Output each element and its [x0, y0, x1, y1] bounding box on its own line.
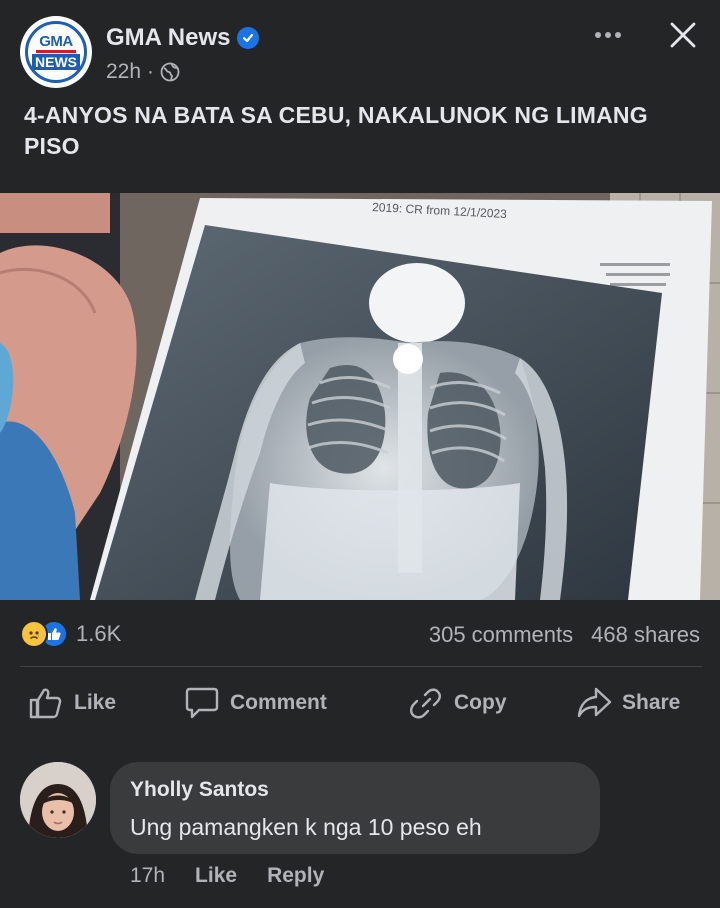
- page-name-row[interactable]: GMA News: [106, 24, 260, 52]
- copy-button[interactable]: Copy: [408, 680, 507, 726]
- xray-photo-illustration: 2019: CR from 12/1/2023: [0, 193, 720, 600]
- post-text: 4-ANYOS NA BATA SA CEBU, NAKALUNOK NG LI…: [24, 102, 648, 159]
- like-button[interactable]: Like: [28, 680, 116, 726]
- reactions-count: 1.6K: [76, 621, 122, 646]
- comment-button[interactable]: Comment: [184, 680, 327, 726]
- sad-reaction-icon: [20, 620, 48, 648]
- page-name[interactable]: GMA News: [106, 24, 230, 52]
- like-label: Like: [74, 691, 117, 714]
- comment-bubble[interactable]: Yholly Santos Ung pamangken k nga 10 pes…: [110, 762, 600, 854]
- thumbs-up-icon: [29, 688, 62, 719]
- share-label: Share: [622, 691, 681, 714]
- copy-label: Copy: [454, 691, 507, 714]
- comment-bubble-icon: [185, 687, 219, 719]
- gma-news-logo: GMA NEWS: [25, 21, 87, 83]
- action-bar: Like Comment Copy Share: [0, 680, 720, 726]
- commenter-avatar[interactable]: [20, 762, 96, 838]
- share-arrow-icon: [577, 687, 612, 718]
- post-header: GMA NEWS GMA News 22h ·: [0, 0, 720, 100]
- comment-label: Comment: [230, 691, 327, 714]
- page-avatar[interactable]: GMA NEWS: [20, 16, 92, 88]
- comment-reply-button[interactable]: Reply: [267, 864, 324, 888]
- post-stats: 1.6K 305 comments 468 shares: [0, 612, 720, 658]
- post-time[interactable]: 22h: [106, 60, 141, 84]
- globe-icon: [160, 62, 180, 82]
- shares-count[interactable]: 468 shares: [591, 622, 700, 648]
- comments-count[interactable]: 305 comments: [429, 622, 573, 648]
- close-icon[interactable]: [664, 16, 702, 54]
- more-options-icon[interactable]: [588, 20, 628, 50]
- comment-meta: 17h Like Reply: [130, 864, 324, 888]
- share-button[interactable]: Share: [576, 680, 680, 726]
- comment-time[interactable]: 17h: [130, 864, 165, 888]
- divider: [20, 666, 702, 667]
- comment-author[interactable]: Yholly Santos: [130, 778, 269, 802]
- verified-badge-icon: [237, 27, 260, 49]
- link-icon: [410, 688, 441, 719]
- comment-text: Ung pamangken k nga 10 peso eh: [130, 814, 482, 840]
- reactions-summary[interactable]: 1.6K: [20, 620, 121, 648]
- engagement-counts: 305 comments 468 shares: [429, 622, 700, 648]
- comment-like-button[interactable]: Like: [195, 864, 237, 888]
- post-photo-xray[interactable]: 2019: CR from 12/1/2023: [0, 193, 720, 600]
- post-meta: 22h ·: [106, 60, 180, 84]
